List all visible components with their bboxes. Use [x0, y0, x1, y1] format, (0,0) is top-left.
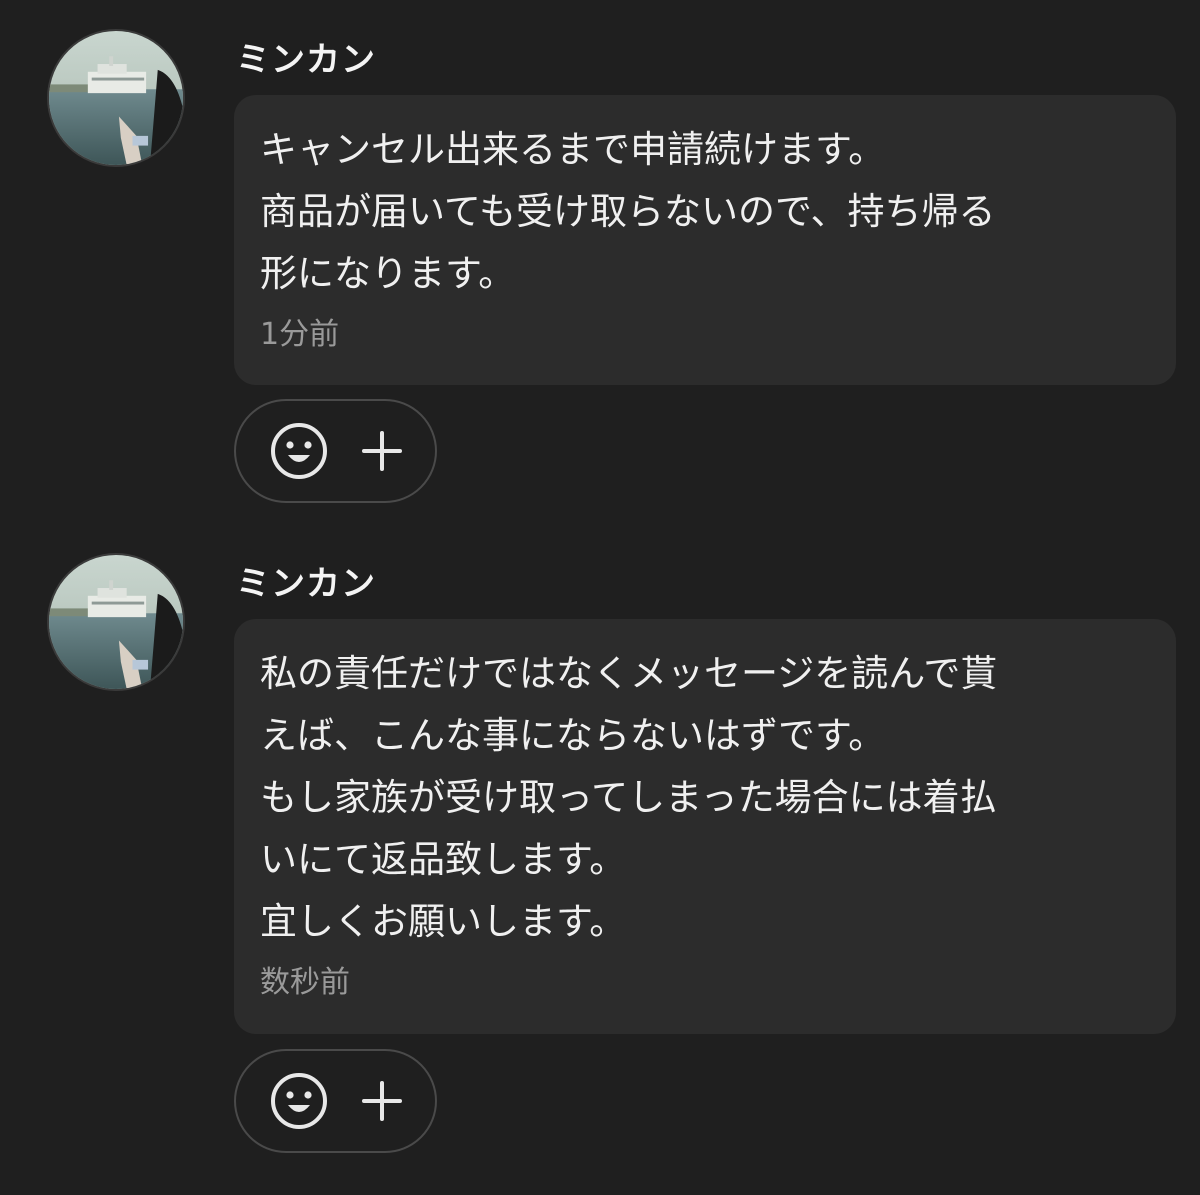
sender-name: ミンカン	[236, 564, 376, 604]
reaction-bar	[234, 399, 437, 503]
avatar-photo	[49, 31, 183, 165]
message-timestamp: 数秒前	[260, 965, 350, 1000]
add-button[interactable]	[359, 1078, 405, 1124]
sender-name: ミンカン	[236, 40, 376, 80]
plus-icon	[362, 431, 402, 471]
avatar-photo	[49, 555, 183, 689]
message-thread: ミンカン キャンセル出来るまで申請続けます。 商品が届いても受け取らないので、持…	[0, 0, 1200, 1195]
message-body: 私の責任だけではなくメッセージを読んで貰 えば、こんな事にならないはずです。 も…	[260, 643, 1150, 953]
smiley-icon	[271, 423, 327, 479]
message-body: キャンセル出来るまで申請続けます。 商品が届いても受け取らないので、持ち帰る 形…	[260, 119, 1150, 305]
message-line: いにて返品致します。	[260, 838, 627, 881]
avatar[interactable]	[47, 553, 185, 691]
message-line: 形になります。	[260, 252, 516, 295]
message-line: キャンセル出来るまで申請続けます。	[260, 128, 886, 171]
message-timestamp: 1分前	[260, 317, 340, 352]
add-reaction-button[interactable]	[269, 1071, 329, 1131]
reaction-bar	[234, 1049, 437, 1153]
add-button[interactable]	[359, 428, 405, 474]
message-line: 私の責任だけではなくメッセージを読んで貰	[260, 652, 998, 695]
message-line: 商品が届いても受け取らないので、持ち帰る	[260, 190, 996, 233]
add-reaction-button[interactable]	[269, 421, 329, 481]
avatar[interactable]	[47, 29, 185, 167]
smiley-icon	[271, 1073, 327, 1129]
message-line: もし家族が受け取ってしまった場合には着払	[260, 776, 997, 819]
message-line: 宜しくお願いします。	[260, 900, 627, 943]
plus-icon	[362, 1081, 402, 1121]
message-line: えば、こんな事にならないはずです。	[260, 714, 886, 757]
message-bubble: 私の責任だけではなくメッセージを読んで貰 えば、こんな事にならないはずです。 も…	[234, 619, 1176, 1034]
message-bubble: キャンセル出来るまで申請続けます。 商品が届いても受け取らないので、持ち帰る 形…	[234, 95, 1176, 385]
